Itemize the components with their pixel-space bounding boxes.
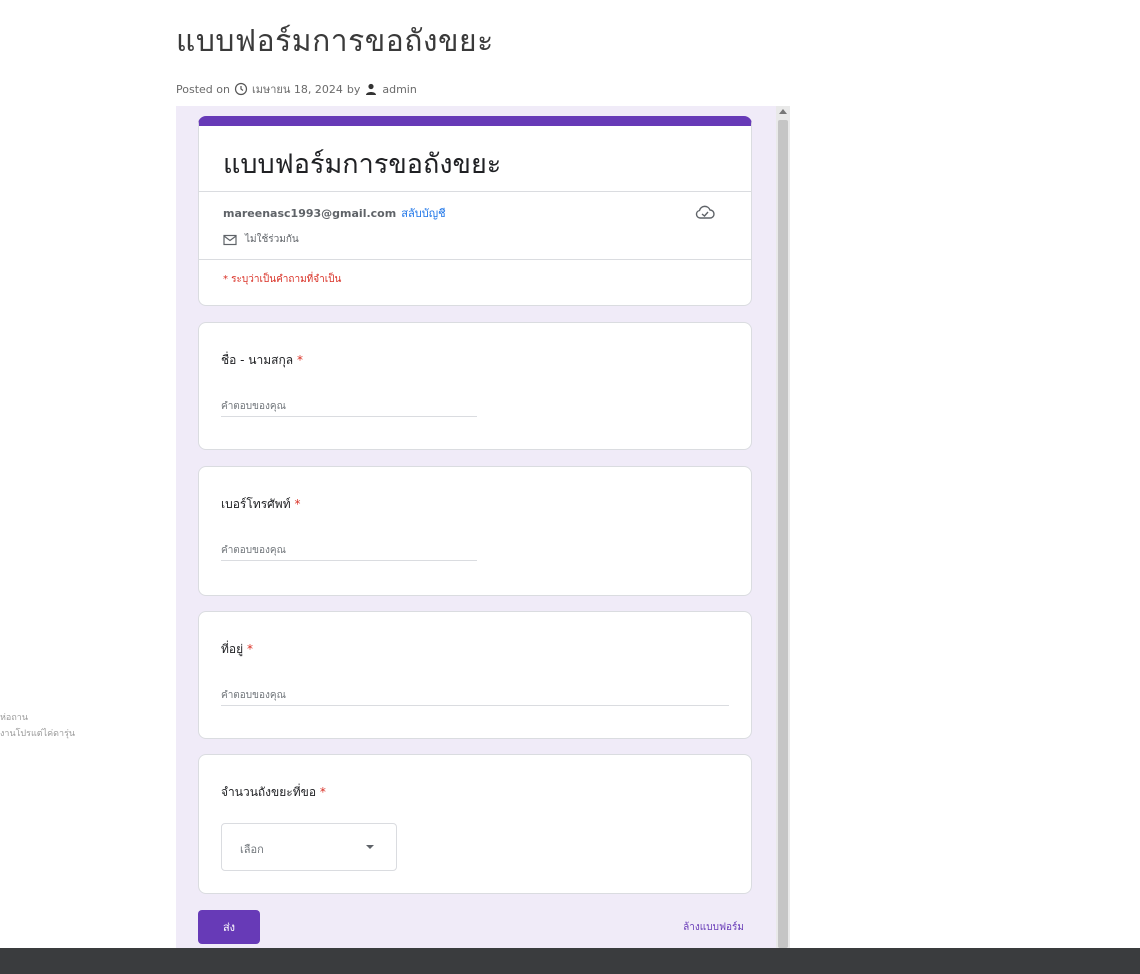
select-value: เลือก (240, 843, 264, 856)
phone-input[interactable] (221, 545, 477, 561)
question-text: เบอร์โทรศัพท์ (221, 497, 291, 511)
scrollbar-thumb[interactable] (778, 120, 788, 948)
question-text: ชื่อ - นามสกุล (221, 353, 294, 367)
account-info: mareenasc1993@gmail.com สลับบัญชี (223, 202, 727, 222)
page: แบบฟอร์มการขอถังขยะ Posted on เมษายน 18,… (0, 0, 1140, 974)
clock-icon (234, 82, 248, 96)
clear-form-link[interactable]: ล้างแบบฟอร์ม (683, 920, 744, 935)
required-star: * (296, 353, 303, 367)
account-email: mareenasc1993@gmail.com (223, 207, 397, 220)
name-input[interactable] (221, 401, 477, 417)
by-label: by (346, 82, 361, 96)
footer-bar (0, 948, 1140, 974)
not-shared-row: ไม่ใช้ร่วมกัน (223, 232, 727, 247)
post-meta: Posted on เมษายน 18, 2024 by admin (176, 80, 417, 98)
caret-down-icon (366, 845, 374, 849)
submit-button[interactable]: ส่ง (198, 910, 260, 944)
user-icon (366, 83, 377, 95)
scrollbar[interactable] (776, 106, 790, 948)
required-star: * (294, 497, 301, 511)
sidebar-text: ห่อถาน งานโปรแต่ไค่ดารุ่น (0, 710, 75, 742)
bin-count-select[interactable]: เลือก (221, 823, 397, 871)
required-star: * (246, 642, 253, 656)
account-row: mareenasc1993@gmail.com สลับบัญชี ไม่ใช้… (199, 192, 751, 260)
question-label: ชื่อ - นามสกุล * (199, 323, 751, 370)
switch-account-link[interactable]: สลับบัญชี (401, 207, 445, 220)
sidebar-line[interactable]: ห่อถาน (0, 710, 75, 726)
posted-on-label: Posted on (176, 82, 230, 96)
required-note: * ระบุว่าเป็นคำถามที่จำเป็น (223, 274, 342, 285)
post-title: แบบฟอร์มการขอถังขยะ (176, 24, 494, 59)
question-card-phone: เบอร์โทรศัพท์ * (198, 466, 752, 596)
address-input[interactable] (221, 690, 729, 706)
question-label: จำนวนถังขยะที่ขอ * (199, 755, 751, 802)
post-date-link[interactable]: เมษายน 18, 2024 (252, 80, 343, 98)
form-title: แบบฟอร์มการขอถังขยะ (199, 126, 751, 192)
sidebar-line[interactable]: งานโปรแต่ไค่ดารุ่น (0, 726, 75, 742)
scroll-up-icon[interactable] (779, 109, 787, 114)
question-card-name: ชื่อ - นามสกุล * (198, 322, 752, 450)
required-star: * (319, 785, 326, 799)
question-card-address: ที่อยู่ * (198, 611, 752, 739)
question-label: เบอร์โทรศัพท์ * (199, 467, 751, 514)
question-text: ที่อยู่ (221, 642, 244, 656)
question-card-bin-count: จำนวนถังขยะที่ขอ * เลือก (198, 754, 752, 894)
mail-off-icon (223, 234, 237, 245)
embedded-google-form: แบบฟอร์มการขอถังขยะ mareenasc1993@gmail.… (176, 106, 790, 948)
form-header-card: แบบฟอร์มการขอถังขยะ mareenasc1993@gmail.… (198, 116, 752, 306)
cloud-done-icon[interactable] (695, 204, 715, 220)
question-label: ที่อยู่ * (199, 612, 751, 659)
not-shared-label: ไม่ใช้ร่วมกัน (245, 234, 299, 245)
question-text: จำนวนถังขยะที่ขอ (221, 785, 317, 799)
post-author-link[interactable]: admin (382, 83, 416, 96)
